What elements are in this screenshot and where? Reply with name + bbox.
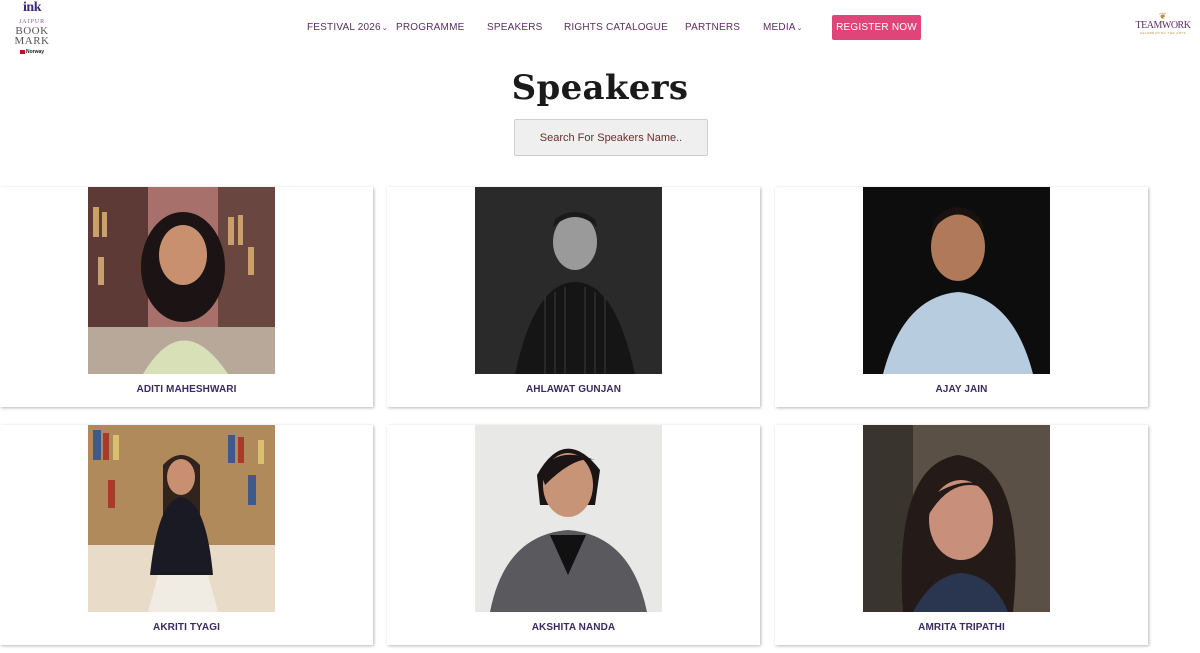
chevron-down-icon: ⌄ [381,24,388,32]
jaipur-bookmark-logo[interactable]: ink JAIPUR BOOK MARK Norway [8,0,56,74]
teamwork-logo[interactable]: ❦ TEAMWORK CELEBRATING THE ARTS [1133,12,1193,44]
speaker-photo [475,187,662,374]
speaker-photo [863,425,1050,612]
speaker-name: ADITI MAHESHWARI [136,384,237,395]
speaker-card[interactable]: AKRITI TYAGI [0,425,373,645]
nav-speakers[interactable]: SPEAKERS [487,22,564,33]
speaker-card[interactable]: AKSHITA NANDA [387,425,760,645]
chevron-down-icon: ⌄ [796,24,803,32]
speaker-photo [863,187,1050,374]
logo-mark-text: MARK [14,35,50,47]
speaker-card[interactable]: AMRITA TRIPATHI [775,425,1148,645]
speaker-name: AKSHITA NANDA [531,622,616,633]
nav-festival-2026[interactable]: FESTIVAL 2026 ⌄ [307,22,396,33]
speaker-name: AJAY JAIN [935,384,988,395]
nav-rights-catalogue[interactable]: RIGHTS CATALOGUE [564,22,685,33]
nav-partners[interactable]: PARTNERS [685,22,763,33]
teamwork-tagline: CELEBRATING THE ARTS [1139,31,1187,35]
main-nav: FESTIVAL 2026 ⌄ PROGRAMME SPEAKERS RIGHTS… [307,22,803,33]
register-now-button[interactable]: REGISTER NOW [832,15,921,40]
logo-ink-text: ink [23,0,41,15]
speaker-search-input[interactable] [514,119,708,156]
speaker-photo [88,187,275,374]
speaker-card[interactable]: ADITI MAHESHWARI [0,187,373,407]
speaker-name: AKRITI TYAGI [153,622,220,633]
speaker-photo [88,425,275,612]
nav-programme[interactable]: PROGRAMME [396,22,487,33]
nav-media[interactable]: MEDIA ⌄ [763,22,803,33]
logo-norway-text: Norway [20,49,44,55]
speaker-card[interactable]: AHLAWAT GUNJAN [387,187,760,407]
speaker-name: AMRITA TRIPATHI [918,622,1005,633]
speaker-card[interactable]: AJAY JAIN [775,187,1148,407]
speaker-name: AHLAWAT GUNJAN [525,384,622,395]
teamwork-name: TEAMWORK [1135,20,1191,31]
speaker-photo [475,425,662,612]
teamwork-mark-icon: ❦ [1159,11,1167,21]
page-title: Speakers [511,68,689,108]
